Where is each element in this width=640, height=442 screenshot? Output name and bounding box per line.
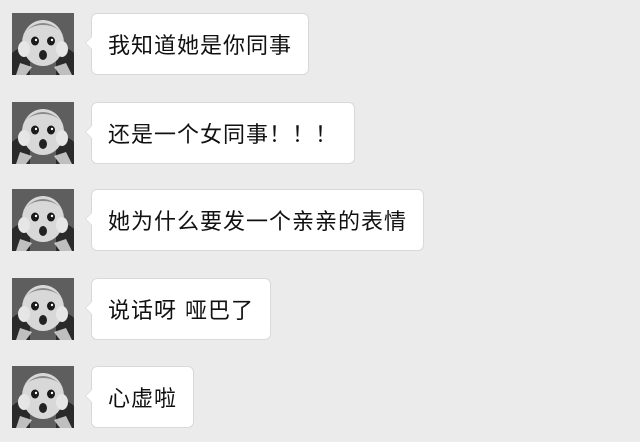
message-row: 心虚啦 [0, 366, 640, 442]
message-row: 还是一个女同事！！！ [0, 102, 640, 178]
baby-avatar-icon[interactable] [12, 278, 74, 340]
message-row: 她为什么要发一个亲亲的表情 [0, 189, 640, 265]
message-text: 我知道她是你同事 [108, 34, 293, 59]
baby-avatar-icon[interactable] [12, 13, 74, 75]
message-text: 说话呀 哑巴了 [108, 299, 254, 324]
message-bubble[interactable]: 她为什么要发一个亲亲的表情 [84, 189, 425, 251]
message-text: 还是一个女同事！！！ [108, 123, 339, 148]
message-bubble[interactable]: 心虚啦 [84, 366, 195, 428]
message-bubble[interactable]: 还是一个女同事！！！ [84, 102, 356, 164]
message-row: 我知道她是你同事 [0, 13, 640, 89]
message-text: 心虚啦 [108, 387, 178, 412]
baby-avatar-icon[interactable] [12, 366, 74, 428]
chat-message-list[interactable]: 我知道她是你同事 还是一个女同事！！！ 她为什么要发一个亲亲的表情 说话呀 哑巴… [0, 0, 640, 429]
message-bubble[interactable]: 说话呀 哑巴了 [85, 278, 271, 340]
message-row: 说话呀 哑巴了 [0, 278, 640, 354]
baby-avatar-icon[interactable] [12, 102, 74, 164]
baby-avatar-icon[interactable] [12, 189, 74, 251]
message-text: 她为什么要发一个亲亲的表情 [108, 210, 408, 235]
message-bubble[interactable]: 我知道她是你同事 [84, 13, 310, 75]
